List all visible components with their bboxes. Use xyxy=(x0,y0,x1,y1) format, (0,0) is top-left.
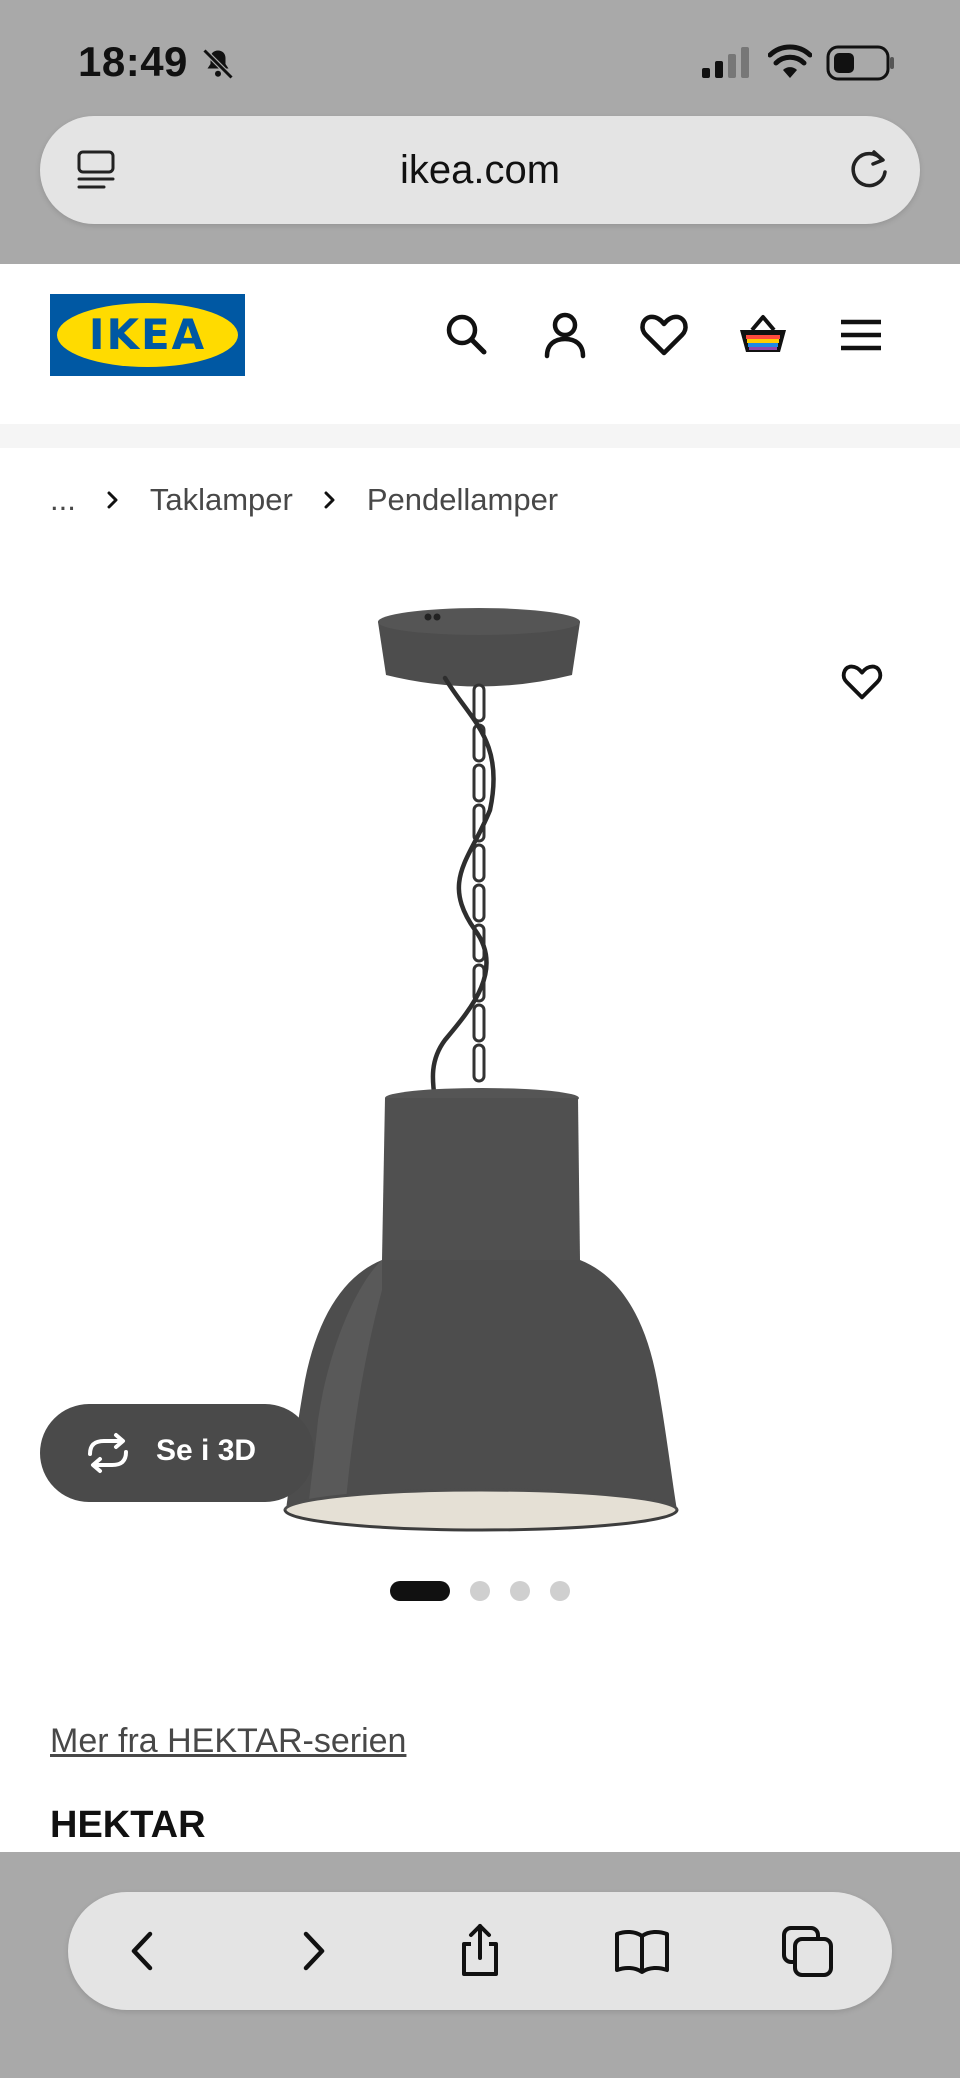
series-link[interactable]: Mer fra HEKTAR-serien xyxy=(50,1722,406,1761)
carousel-indicator xyxy=(390,1580,590,1602)
account-icon[interactable] xyxy=(538,308,592,362)
status-time: 18:49 xyxy=(78,38,188,85)
back-icon[interactable] xyxy=(115,1922,173,1980)
breadcrumb-taklamper[interactable]: Taklamper xyxy=(150,482,293,518)
header-divider xyxy=(0,424,960,448)
reload-icon[interactable] xyxy=(844,144,894,194)
search-icon[interactable] xyxy=(440,308,494,362)
url-text[interactable]: ikea.com xyxy=(40,148,920,193)
battery-icon xyxy=(826,45,894,81)
view-in-3d-label: Se i 3D xyxy=(156,1434,257,1467)
carousel-dot-4[interactable] xyxy=(550,1581,570,1601)
browser-bottom-bar xyxy=(0,1852,960,2078)
carousel-dot-1[interactable] xyxy=(390,1581,450,1601)
chevron-right-icon xyxy=(107,491,118,509)
logo-text: IKEA xyxy=(88,310,207,359)
wifi-icon xyxy=(768,44,812,78)
rotate-3d-icon xyxy=(88,1433,128,1473)
share-icon[interactable] xyxy=(451,1922,509,1980)
browser-toolbar xyxy=(68,1892,892,2010)
url-bar[interactable]: ikea.com xyxy=(40,116,920,224)
chevron-right-icon xyxy=(324,491,335,509)
browser-top-bar: 18:49 ikea.com xyxy=(0,0,960,264)
forward-icon[interactable] xyxy=(283,1922,341,1980)
heart-icon xyxy=(841,664,883,700)
carousel-dot-2[interactable] xyxy=(470,1581,490,1601)
product-name: HEKTAR xyxy=(50,1804,206,1846)
cart-icon[interactable] xyxy=(736,308,790,362)
view-in-3d-button[interactable]: Se i 3D xyxy=(40,1404,314,1502)
tabs-icon[interactable] xyxy=(778,1922,836,1980)
favorites-icon[interactable] xyxy=(637,308,691,362)
breadcrumb-ellipsis[interactable]: ... xyxy=(50,482,76,518)
add-to-favorites-button[interactable] xyxy=(820,640,904,724)
site-header: IKEA xyxy=(0,264,960,424)
carousel-dot-3[interactable] xyxy=(510,1581,530,1601)
ikea-logo[interactable]: IKEA xyxy=(50,294,245,376)
bell-slash-icon xyxy=(202,48,234,80)
bookmarks-icon[interactable] xyxy=(613,1922,671,1980)
breadcrumb: ... Taklamper Pendellamper xyxy=(50,480,558,520)
breadcrumb-pendellamper[interactable]: Pendellamper xyxy=(367,482,558,518)
cellular-signal-icon xyxy=(702,47,749,78)
menu-icon[interactable] xyxy=(834,308,888,362)
